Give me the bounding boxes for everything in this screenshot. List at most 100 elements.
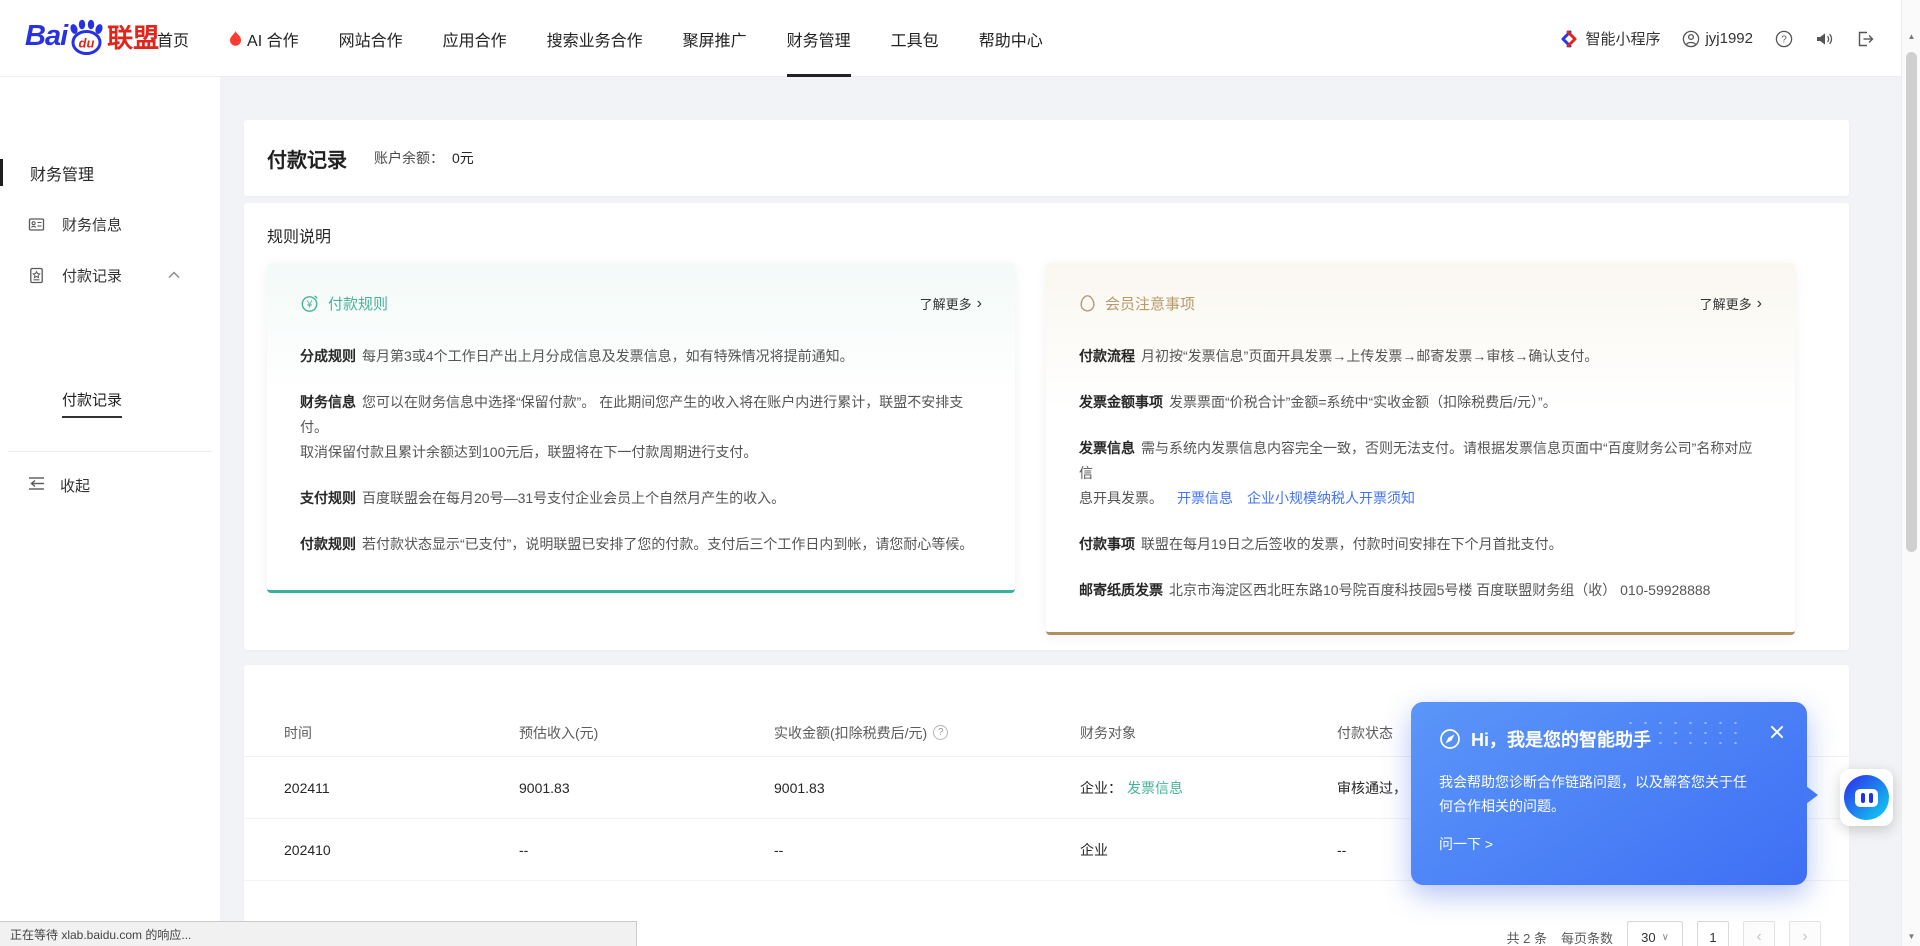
nav-item-app[interactable]: 应用合作 bbox=[443, 0, 507, 77]
cell-actual: -- bbox=[774, 842, 1080, 858]
cell-entity: 企业：发票信息 bbox=[1080, 778, 1337, 798]
mini-program-entry[interactable]: 智能小程序 bbox=[1559, 28, 1660, 49]
user-icon bbox=[1682, 30, 1700, 48]
nav-item-search-biz[interactable]: 搜索业务合作 bbox=[547, 0, 643, 77]
cell-estimated: 9001.83 bbox=[519, 780, 774, 796]
mini-program-icon bbox=[1559, 29, 1579, 49]
id-card-icon bbox=[28, 216, 45, 233]
flame-icon bbox=[229, 31, 242, 47]
compass-icon bbox=[1439, 728, 1461, 750]
small-taxpayer-notice-link[interactable]: 企业小规模纳税人开票须知 bbox=[1247, 490, 1415, 506]
balance-label: 账户余额： bbox=[374, 150, 444, 166]
active-section-indicator bbox=[0, 159, 3, 186]
robot-icon bbox=[1844, 775, 1889, 820]
rule-item: 分成规则每月第3或4个工作日产出上月分成信息及发票信息，如有特殊情况将提前通知。 bbox=[300, 344, 982, 369]
help-icon[interactable]: ? bbox=[1775, 30, 1793, 48]
pagination: 共 2 条 每页条数 30∨ 1 ‹ › bbox=[1507, 921, 1821, 946]
speaker-icon[interactable] bbox=[1815, 30, 1834, 48]
rule-item: 邮寄纸质发票北京市海淀区西北旺东路10号院百度科技园5号楼 百度联盟财务组（收）… bbox=[1079, 578, 1762, 603]
main-menu: 首页 AI 合作 网站合作 应用合作 搜索业务合作 聚屏推广 财务管理 工具包 … bbox=[157, 0, 1083, 77]
nav-item-website[interactable]: 网站合作 bbox=[339, 0, 403, 77]
top-navigation: Bai du 联盟 首页 AI 合作 网站合作 应用合作 搜索业务合作 聚屏推广… bbox=[0, 0, 1920, 77]
rule-item: 发票金额事项发票票面“价税合计”金额=系统中“实收金额（扣除税费后/元）”。 bbox=[1079, 390, 1762, 415]
rule-item: 支付规则百度联盟会在每月20号—31号支付企业会员上个自然月产生的收入。 bbox=[300, 486, 982, 511]
account-balance: 账户余额： 0元 bbox=[374, 148, 474, 168]
next-page-button[interactable]: › bbox=[1789, 921, 1821, 946]
scroll-down-icon[interactable]: ▼ bbox=[1902, 932, 1920, 941]
rule-item: 付款流程月初按“发票信息”页面开具发票→上传发票→邮寄发票→审核→确认支付。 bbox=[1079, 344, 1762, 369]
cell-time: 202411 bbox=[284, 780, 519, 796]
invoice-info-link[interactable]: 开票信息 bbox=[1177, 490, 1233, 506]
assistant-fab-button[interactable] bbox=[1840, 769, 1893, 826]
collapse-icon bbox=[27, 476, 46, 491]
svg-text:¥: ¥ bbox=[306, 300, 313, 311]
sidebar-subitem-payment-records-active[interactable]: 付款记录 bbox=[62, 389, 122, 418]
prev-page-button[interactable]: ‹ bbox=[1743, 921, 1775, 946]
chevron-right-icon: › bbox=[977, 296, 982, 312]
page-title: 付款记录 bbox=[267, 144, 347, 173]
page-header-card: 付款记录 账户余额： 0元 bbox=[244, 120, 1849, 196]
rule-item: 发票信息需与系统内发票信息内容完全一致，否则无法支付。请根据发票信息页面中“百度… bbox=[1079, 436, 1762, 511]
nav-item-toolkit[interactable]: 工具包 bbox=[891, 0, 939, 77]
baidu-union-logo[interactable]: Bai du 联盟 bbox=[25, 18, 159, 55]
nav-item-finance[interactable]: 财务管理 bbox=[787, 0, 851, 77]
rules-card: 规则说明 ¥ 付款规则 了解更多› bbox=[244, 203, 1849, 650]
rule-item: 付款规则若付款状态显示“已支付”，说明联盟已安排了您的付款。支付后三个工作日内到… bbox=[300, 532, 982, 557]
page-number-button[interactable]: 1 bbox=[1697, 921, 1729, 946]
coin-yuan-icon: ¥ bbox=[300, 294, 319, 313]
logo-text-bai: Bai bbox=[25, 20, 67, 53]
nav-right-cluster: 智能小程序 jyj1992 ? bbox=[1559, 0, 1875, 77]
chevron-up-icon[interactable] bbox=[168, 271, 180, 279]
popup-pointer bbox=[1806, 786, 1818, 804]
sidebar-item-payment-records[interactable]: 付款记录 bbox=[0, 260, 220, 290]
decorative-dots bbox=[1623, 718, 1741, 744]
scroll-up-icon[interactable]: ▲ bbox=[1902, 32, 1920, 41]
payment-rules-title: 付款规则 bbox=[328, 293, 388, 314]
member-notice-title: 会员注意事项 bbox=[1105, 293, 1195, 314]
per-page-select[interactable]: 30∨ bbox=[1627, 921, 1683, 946]
browser-status-bar: 正在等待 xlab.baidu.com 的响应... bbox=[0, 921, 637, 946]
cell-time: 202410 bbox=[284, 842, 519, 858]
nav-item-help-center[interactable]: 帮助中心 bbox=[979, 0, 1043, 77]
smart-assistant-popup: Hi，我是您的智能助手 我会帮助您诊断合作链路问题，以及解答您关于任 何合作相关… bbox=[1411, 702, 1807, 885]
user-account[interactable]: jyj1992 bbox=[1682, 30, 1753, 48]
nav-item-screen-promo[interactable]: 聚屏推广 bbox=[683, 0, 747, 77]
assistant-message: 我会帮助您诊断合作链路问题，以及解答您关于任 何合作相关的问题。 bbox=[1439, 770, 1779, 818]
badge-star-icon bbox=[28, 267, 45, 284]
close-icon[interactable] bbox=[1769, 724, 1785, 740]
sidebar-collapse-button[interactable]: 收起 bbox=[0, 469, 220, 499]
ask-now-link[interactable]: 问一下 > bbox=[1439, 834, 1779, 854]
sidebar-item-finance-info[interactable]: 财务信息 bbox=[0, 209, 220, 239]
col-header-estimated-income: 预估收入(元) bbox=[519, 723, 774, 743]
payment-rules-box: ¥ 付款规则 了解更多› 分成规则每月第3或4个工作日产出上月分成信息及发票信息… bbox=[267, 263, 1015, 593]
invoice-info-table-link[interactable]: 发票信息 bbox=[1127, 780, 1183, 796]
info-icon[interactable]: ? bbox=[933, 725, 948, 740]
rule-item: 财务信息您可以在财务信息中选择“保留付款”。 在此期间您产生的收入将在账户内进行… bbox=[300, 390, 982, 465]
sidebar: 财务管理 财务信息 付款记录 付款记录 bbox=[0, 77, 220, 946]
total-count: 共 2 条 bbox=[1507, 928, 1547, 946]
svg-text:?: ? bbox=[1781, 34, 1787, 45]
col-header-time: 时间 bbox=[284, 723, 519, 743]
logout-icon[interactable] bbox=[1856, 30, 1875, 48]
rule-item: 付款事项联盟在每月19日之后签收的发票，付款时间安排在下个月首批支付。 bbox=[1079, 532, 1762, 557]
sidebar-section-finance-management[interactable]: 财务管理 bbox=[30, 161, 94, 185]
member-notice-more-link[interactable]: 了解更多› bbox=[1700, 294, 1762, 313]
page-scrollbar: ▲ ▼ bbox=[1901, 0, 1920, 946]
sidebar-divider bbox=[8, 451, 212, 452]
egg-icon bbox=[1079, 294, 1096, 313]
col-header-finance-entity: 财务对象 bbox=[1080, 723, 1337, 743]
cell-entity: 企业 bbox=[1080, 840, 1337, 860]
chevron-right-icon: › bbox=[1757, 296, 1762, 312]
svg-text:du: du bbox=[79, 35, 95, 50]
nav-item-ai[interactable]: AI 合作 bbox=[229, 0, 299, 77]
balance-value: 0元 bbox=[452, 150, 474, 166]
payment-rules-more-link[interactable]: 了解更多› bbox=[920, 294, 982, 313]
nav-item-home[interactable]: 首页 bbox=[157, 0, 189, 77]
scrollbar-thumb[interactable] bbox=[1906, 52, 1917, 552]
member-notice-box: 会员注意事项 了解更多› 付款流程月初按“发票信息”页面开具发票→上传发票→邮寄… bbox=[1046, 263, 1795, 635]
per-page-label: 每页条数 bbox=[1561, 928, 1613, 946]
cell-actual: 9001.83 bbox=[774, 780, 1080, 796]
logo-text-union: 联盟 bbox=[107, 18, 159, 55]
col-header-actual-amount: 实收金额(扣除税费后/元) bbox=[774, 723, 927, 743]
rules-section-title: 规则说明 bbox=[267, 223, 1826, 247]
